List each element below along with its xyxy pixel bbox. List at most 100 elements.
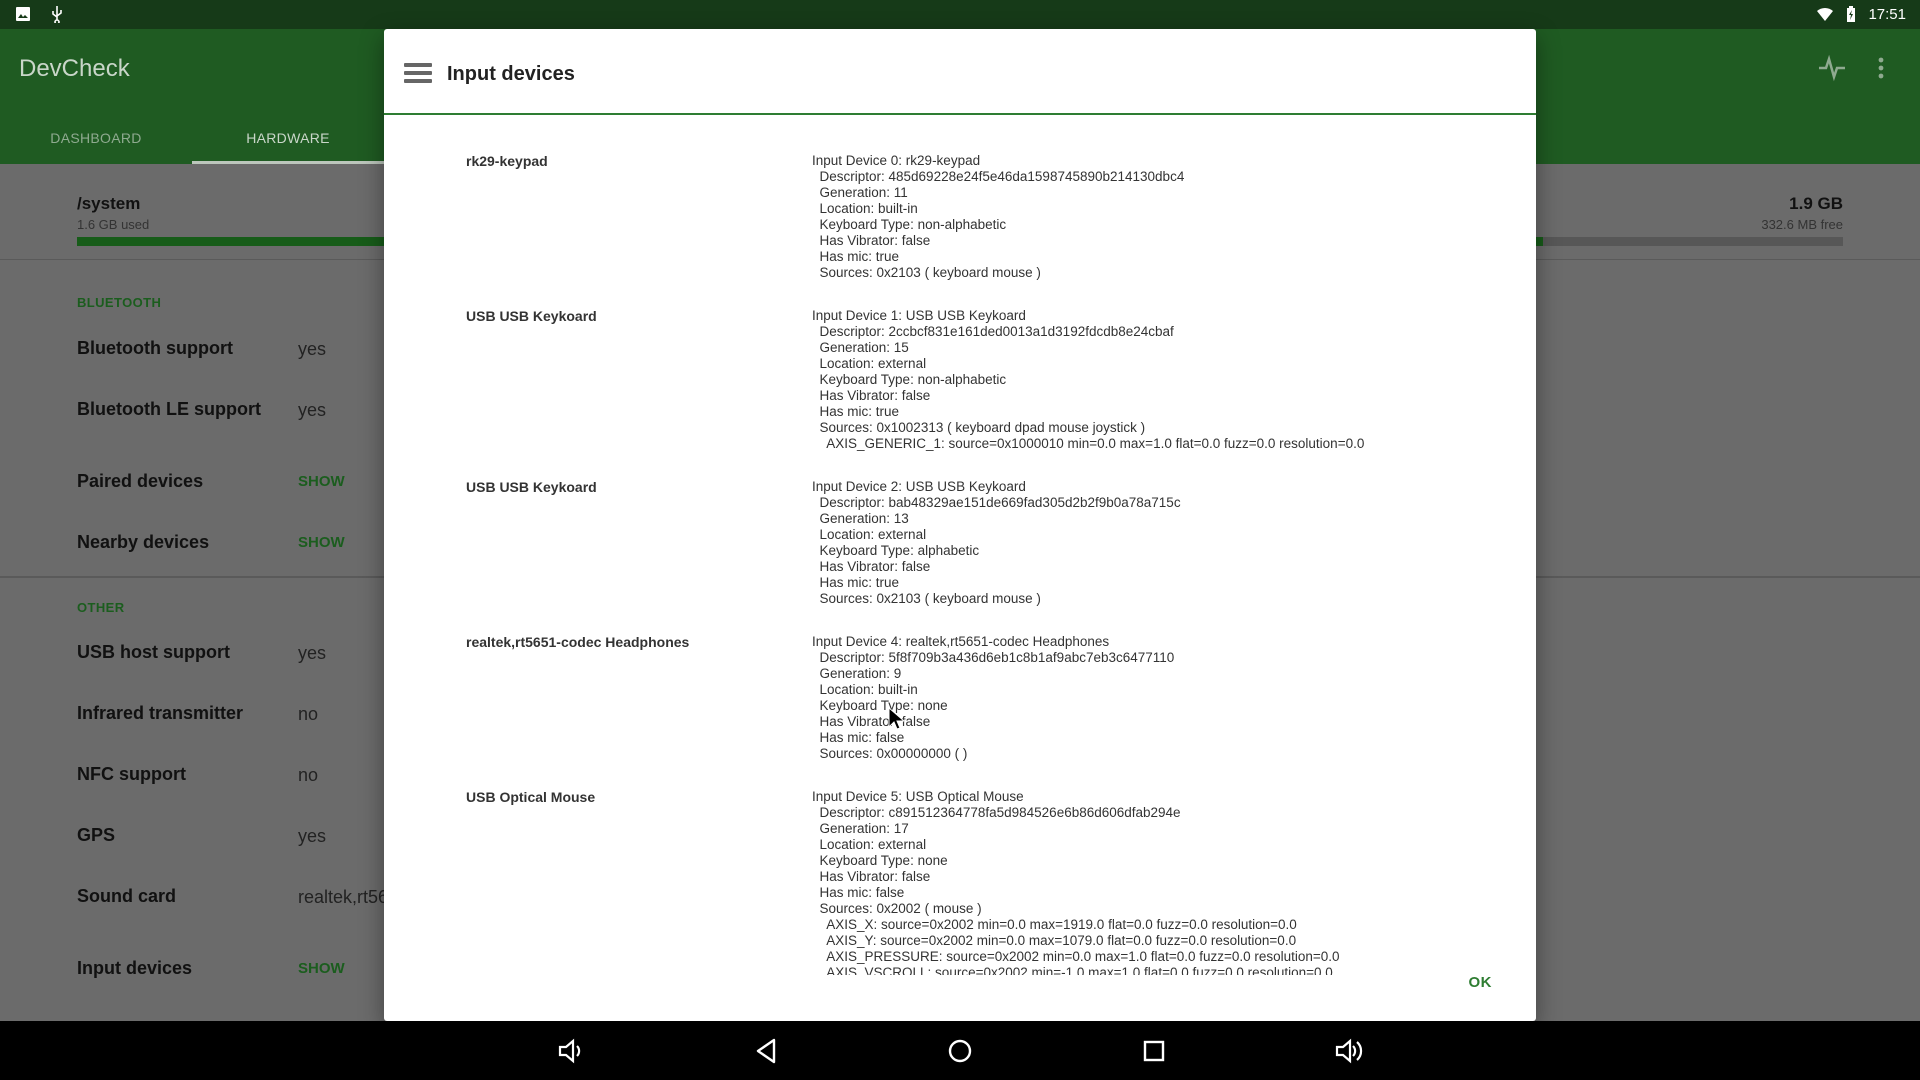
device-info-line: Descriptor: 2ccbcf831e161ded0013a1d3192f…: [812, 324, 1174, 339]
section-header-other: OTHER: [77, 600, 125, 615]
device-info-line: AXIS_PRESSURE: source=0x2002 min=0.0 max…: [812, 949, 1340, 964]
device-info-line: Descriptor: c891512364778fa5d984526e6b86…: [812, 805, 1181, 820]
row-value-bluetooth-le: yes: [298, 400, 327, 420]
pulse-icon[interactable]: [1817, 53, 1847, 90]
storage-name: /system: [77, 194, 141, 213]
row-value-sound-card: realtek,rt56: [298, 887, 389, 907]
row-label-bluetooth-le: Bluetooth LE support: [77, 399, 261, 419]
device-info: Input Device 5: USB Optical Mouse Descri…: [812, 789, 1340, 975]
row-label-bluetooth-support: Bluetooth support: [77, 338, 233, 358]
list-icon: [404, 63, 432, 85]
device-info-line: Descriptor: 5f8f709b3a436d6eb1c8b1af9abc…: [812, 650, 1175, 665]
status-bar: 17:51: [0, 0, 1920, 29]
device-info-line: Generation: 15: [812, 340, 909, 355]
usb-icon: [52, 6, 62, 23]
device-info-line: Has Vibrator: false: [812, 869, 931, 884]
device-info-line: Descriptor: bab48329ae151de669fad305d2b2…: [812, 495, 1181, 510]
device-info-line: Keyboard Type: non-alphabetic: [812, 372, 1007, 387]
device-info-line: Generation: 17: [812, 821, 909, 836]
device-name: USB USB Keykoard: [466, 308, 597, 324]
device-name: USB USB Keykoard: [466, 479, 597, 495]
device-info-line: Has mic: true: [812, 249, 900, 264]
overflow-menu-icon[interactable]: [1876, 53, 1886, 90]
device-info-line: Input Device 4: realtek,rt5651-codec Hea…: [812, 634, 1110, 649]
device-info-line: Has Vibrator: false: [812, 714, 931, 729]
device-info-line: Input Device 2: USB USB Keykoard: [812, 479, 1026, 494]
row-label-nfc: NFC support: [77, 764, 186, 784]
show-paired-devices-button[interactable]: SHOW: [298, 473, 345, 490]
device-info-line: Has mic: false: [812, 730, 905, 745]
dialog-title: Input devices: [447, 63, 575, 85]
device-info: Input Device 1: USB USB Keykoard Descrip…: [812, 308, 1364, 452]
row-label-sound-card: Sound card: [77, 886, 177, 906]
device-info-line: Keyboard Type: none: [812, 698, 948, 713]
tab-hardware[interactable]: HARDWARE: [192, 112, 384, 164]
device-info-line: Keyboard Type: alphabetic: [812, 543, 980, 558]
device-name: rk29-keypad: [466, 153, 548, 169]
navigation-bar: [0, 1021, 1920, 1080]
device-info-line: Generation: 9: [812, 666, 902, 681]
device-info-line: Sources: 0x2002 ( mouse ): [812, 901, 982, 916]
storage-total: 1.9 GB: [1789, 194, 1843, 213]
device-info-line: Location: external: [812, 356, 927, 371]
row-value-infrared: no: [298, 704, 319, 724]
device-info-line: Has Vibrator: false: [812, 233, 931, 248]
device-info-line: Location: external: [812, 527, 927, 542]
device-info-line: AXIS_X: source=0x2002 min=0.0 max=1919.0…: [812, 917, 1297, 932]
row-label-usb-host: USB host support: [77, 642, 230, 662]
device-info-line: Generation: 11: [812, 185, 908, 200]
row-label-input-devices: Input devices: [77, 958, 193, 978]
show-input-devices-button[interactable]: SHOW: [298, 960, 345, 977]
device-info-line: Location: built-in: [812, 201, 918, 216]
recents-icon[interactable]: [1138, 1035, 1170, 1067]
back-icon[interactable]: [750, 1035, 782, 1067]
row-label-gps: GPS: [77, 825, 116, 845]
app-title: DevCheck: [19, 55, 130, 82]
home-icon[interactable]: [944, 1035, 976, 1067]
ok-button[interactable]: OK: [1469, 974, 1493, 991]
battery-icon: [1847, 6, 1856, 22]
device-info-line: Has mic: true: [812, 404, 900, 419]
device-info-line: Has mic: false: [812, 885, 905, 900]
device-info-line: AXIS_VSCROLL: source=0x2002 min=-1.0 max…: [812, 965, 1333, 975]
device-info-line: Keyboard Type: non-alphabetic: [812, 217, 1007, 232]
row-value-nfc: no: [298, 765, 319, 785]
device-info-line: Sources: 0x2103 ( keyboard mouse ): [812, 591, 1041, 606]
row-label-infrared: Infrared transmitter: [77, 703, 244, 723]
clock: 17:51: [1868, 5, 1906, 23]
input-devices-dialog: Input devices rk29-keypad Input Device 0…: [384, 29, 1536, 1021]
row-label-paired-devices: Paired devices: [77, 471, 204, 491]
device-info-line: AXIS_Y: source=0x2002 min=0.0 max=1079.0…: [812, 933, 1297, 948]
device-info-line: Input Device 0: rk29-keypad: [812, 153, 981, 168]
device-info: Input Device 0: rk29-keypad Descriptor: …: [812, 153, 1184, 281]
row-value-gps: yes: [298, 826, 327, 846]
volume-down-icon[interactable]: [555, 1035, 587, 1067]
device-info-line: Sources: 0x00000000 ( ): [812, 746, 968, 761]
device-info-line: Sources: 0x2103 ( keyboard mouse ): [812, 265, 1041, 280]
device-info-line: Keyboard Type: none: [812, 853, 948, 868]
volume-up-icon[interactable]: [1333, 1035, 1365, 1067]
storage-free: 332.6 MB free: [1761, 217, 1843, 232]
dialog-scroll-content[interactable]: rk29-keypad Input Device 0: rk29-keypad …: [384, 117, 1536, 975]
device-info-line: AXIS_GENERIC_1: source=0x1000010 min=0.0…: [812, 436, 1365, 451]
device-info-line: Has Vibrator: false: [812, 559, 931, 574]
row-label-nearby-devices: Nearby devices: [77, 532, 210, 552]
mouse-cursor-icon: [888, 707, 904, 730]
device-info-line: Location: external: [812, 837, 927, 852]
device-info-line: Location: built-in: [812, 682, 918, 697]
device-info: Input Device 4: realtek,rt5651-codec Hea…: [812, 634, 1174, 762]
device-info-line: Input Device 1: USB USB Keykoard: [812, 308, 1026, 323]
tab-dashboard[interactable]: DASHBOARD: [0, 112, 192, 164]
device-name: realtek,rt5651-codec Headphones: [466, 634, 690, 650]
dialog-header: Input devices: [384, 29, 1536, 115]
device-name: USB Optical Mouse: [466, 789, 596, 805]
image-icon: [16, 7, 30, 21]
wifi-icon: [1817, 7, 1834, 21]
storage-used: 1.6 GB used: [77, 217, 150, 232]
show-nearby-devices-button[interactable]: SHOW: [298, 534, 345, 551]
device-info-line: Descriptor: 485d69228e24f5e46da159874589…: [812, 169, 1185, 184]
section-header-bluetooth: BLUETOOTH: [77, 295, 162, 310]
row-value-bluetooth-support: yes: [298, 339, 327, 359]
device-info-line: Generation: 13: [812, 511, 909, 526]
device-info-line: Has Vibrator: false: [812, 388, 931, 403]
